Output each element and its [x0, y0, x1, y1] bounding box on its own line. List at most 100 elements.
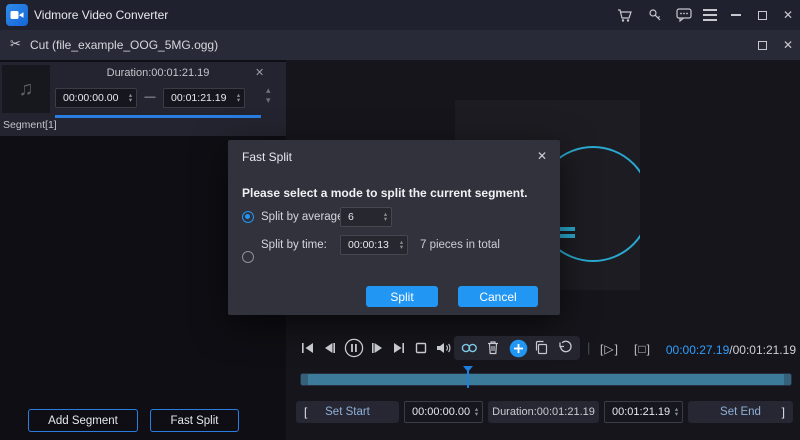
dialog-close-button[interactable]: ✕ — [537, 149, 547, 163]
menu-button[interactable] — [703, 9, 717, 21]
segment-label: Segment[1] — [3, 119, 57, 131]
cart-icon — [617, 8, 633, 23]
skip-start-button[interactable] — [300, 341, 315, 355]
toolbar-separator: | — [587, 340, 590, 355]
skip-end-icon — [392, 341, 407, 355]
split-time-field[interactable]: 00:00:13 ▴▾ — [340, 235, 408, 255]
split-time-label: Split by time: — [261, 239, 327, 251]
prev-frame-icon — [322, 341, 337, 355]
cut-maximize-icon — [758, 41, 767, 50]
segment-progress-line[interactable] — [55, 115, 261, 118]
start-time-value: 00:00:00.00 — [405, 406, 471, 418]
start-time-stepper[interactable]: ▴▾ — [471, 407, 482, 417]
split-time-value: 00:00:13 — [341, 239, 396, 251]
split-average-field[interactable]: 6 ▴▾ — [340, 207, 392, 227]
set-start-label: Set Start — [325, 406, 370, 418]
segment-thumbnail[interactable]: ♫ — [2, 65, 50, 113]
end-time-field[interactable]: 00:01:21.19 ▴▾ — [604, 401, 683, 423]
video-camera-icon — [10, 9, 24, 21]
right-bracket: ] — [782, 405, 785, 419]
register-button[interactable] — [648, 8, 662, 22]
cut-maximize-button[interactable] — [753, 36, 771, 54]
app-window: Vidmore Video Converter ✕ ✂ Cut (file_ex… — [0, 0, 800, 440]
duration-display: Duration:00:01:21.19 — [488, 401, 599, 423]
split-segment-button[interactable] — [460, 342, 479, 354]
dialog-message: Please select a mode to split the curren… — [242, 186, 527, 200]
undo-icon — [557, 340, 573, 355]
hamburger-icon — [703, 9, 717, 11]
playhead-line[interactable] — [467, 371, 469, 388]
segment-duration-label: Duration:00:01:21.19 — [55, 67, 261, 79]
split-button[interactable]: Split — [366, 286, 438, 307]
segment-close-button[interactable]: ✕ — [255, 66, 264, 79]
segment-end-field[interactable]: 00:01:21.19 ▴▾ — [163, 88, 245, 108]
trim-handle-right[interactable] — [784, 374, 791, 385]
volume-icon — [436, 341, 453, 355]
stop-button[interactable] — [414, 341, 428, 355]
volume-button[interactable] — [436, 341, 453, 355]
skip-end-button[interactable] — [392, 341, 407, 355]
segment-start-value: 00:00:00.00 — [56, 92, 125, 104]
chat-bubble-icon — [676, 8, 692, 22]
timeline-track[interactable] — [300, 373, 792, 386]
split-average-radio[interactable] — [242, 211, 254, 223]
cut-close-button[interactable]: ✕ — [779, 36, 797, 54]
split-average-stepper[interactable]: ▴▾ — [380, 212, 391, 222]
segment-start-field[interactable]: 00:00:00.00 ▴▾ — [55, 88, 137, 108]
copy-icon — [534, 340, 549, 355]
cart-button[interactable] — [616, 7, 634, 23]
set-start-button[interactable]: [ Set Start — [296, 401, 399, 423]
cancel-button[interactable]: Cancel — [458, 286, 538, 307]
delete-segment-button[interactable] — [486, 340, 500, 356]
add-segment-button[interactable]: Add Segment — [28, 409, 138, 432]
fast-split-button[interactable]: Fast Split — [150, 409, 239, 432]
scroll-up-icon[interactable]: ▴ — [266, 85, 271, 95]
play-segment-button[interactable]: [▷] — [600, 342, 619, 356]
scissors-icon: ✂ — [10, 36, 21, 52]
reset-button[interactable] — [557, 340, 573, 355]
start-time-field[interactable]: 00:00:00.00 ▴▾ — [404, 401, 483, 423]
segment-end-value: 00:01:21.19 — [164, 92, 233, 104]
next-frame-button[interactable] — [370, 341, 385, 355]
key-icon — [648, 8, 662, 22]
next-frame-icon — [370, 341, 385, 355]
maximize-icon — [758, 11, 767, 20]
scroll-down-icon[interactable]: ▾ — [266, 95, 271, 105]
split-time-stepper[interactable]: ▴▾ — [396, 240, 407, 250]
split-time-radio[interactable] — [242, 251, 254, 263]
equals-icon — [560, 227, 575, 231]
add-segment-icon-button[interactable] — [509, 339, 528, 358]
step-down-icon: ▾ — [129, 98, 132, 103]
copy-segment-button[interactable] — [534, 340, 549, 355]
feedback-button[interactable] — [676, 8, 692, 22]
end-time-value: 00:01:21.19 — [605, 406, 671, 418]
pause-circle-icon — [344, 338, 364, 358]
cut-title: Cut (file_example_OOG_5MG.ogg) — [30, 38, 218, 52]
split-average-label: Split by average: — [261, 211, 347, 223]
segment-start-stepper[interactable]: ▴▾ — [125, 93, 136, 103]
prev-frame-button[interactable] — [322, 341, 337, 355]
pause-button[interactable] — [344, 338, 364, 358]
time-range-dash: — — [141, 91, 159, 103]
set-end-label: Set End — [720, 406, 761, 418]
app-logo — [6, 4, 28, 26]
skip-start-icon — [300, 341, 315, 355]
time-display: 00:00:27.19/00:01:21.19 — [656, 343, 796, 357]
maximize-button[interactable] — [753, 6, 771, 24]
segment-scroll-arrows[interactable]: ▴ ▾ — [266, 85, 271, 105]
close-button[interactable]: ✕ — [779, 6, 797, 24]
pieces-note: 7 pieces in total — [420, 239, 500, 251]
segment-end-stepper[interactable]: ▴▾ — [233, 93, 244, 103]
split-average-value: 6 — [341, 211, 380, 223]
current-time: 00:00:27.19 — [666, 343, 729, 357]
minimize-icon — [731, 14, 741, 16]
fast-split-dialog: Fast Split ✕ Please select a mode to spl… — [228, 140, 560, 315]
split-merge-icon — [460, 342, 479, 354]
minimize-button[interactable] — [727, 6, 745, 24]
dialog-title: Fast Split — [242, 150, 292, 164]
trim-handle-left[interactable] — [301, 374, 308, 385]
end-time-stepper[interactable]: ▴▾ — [671, 407, 682, 417]
stop-segment-button[interactable]: [□] — [634, 342, 651, 356]
set-end-button[interactable]: Set End ] — [688, 401, 793, 423]
left-bracket: [ — [304, 405, 307, 419]
